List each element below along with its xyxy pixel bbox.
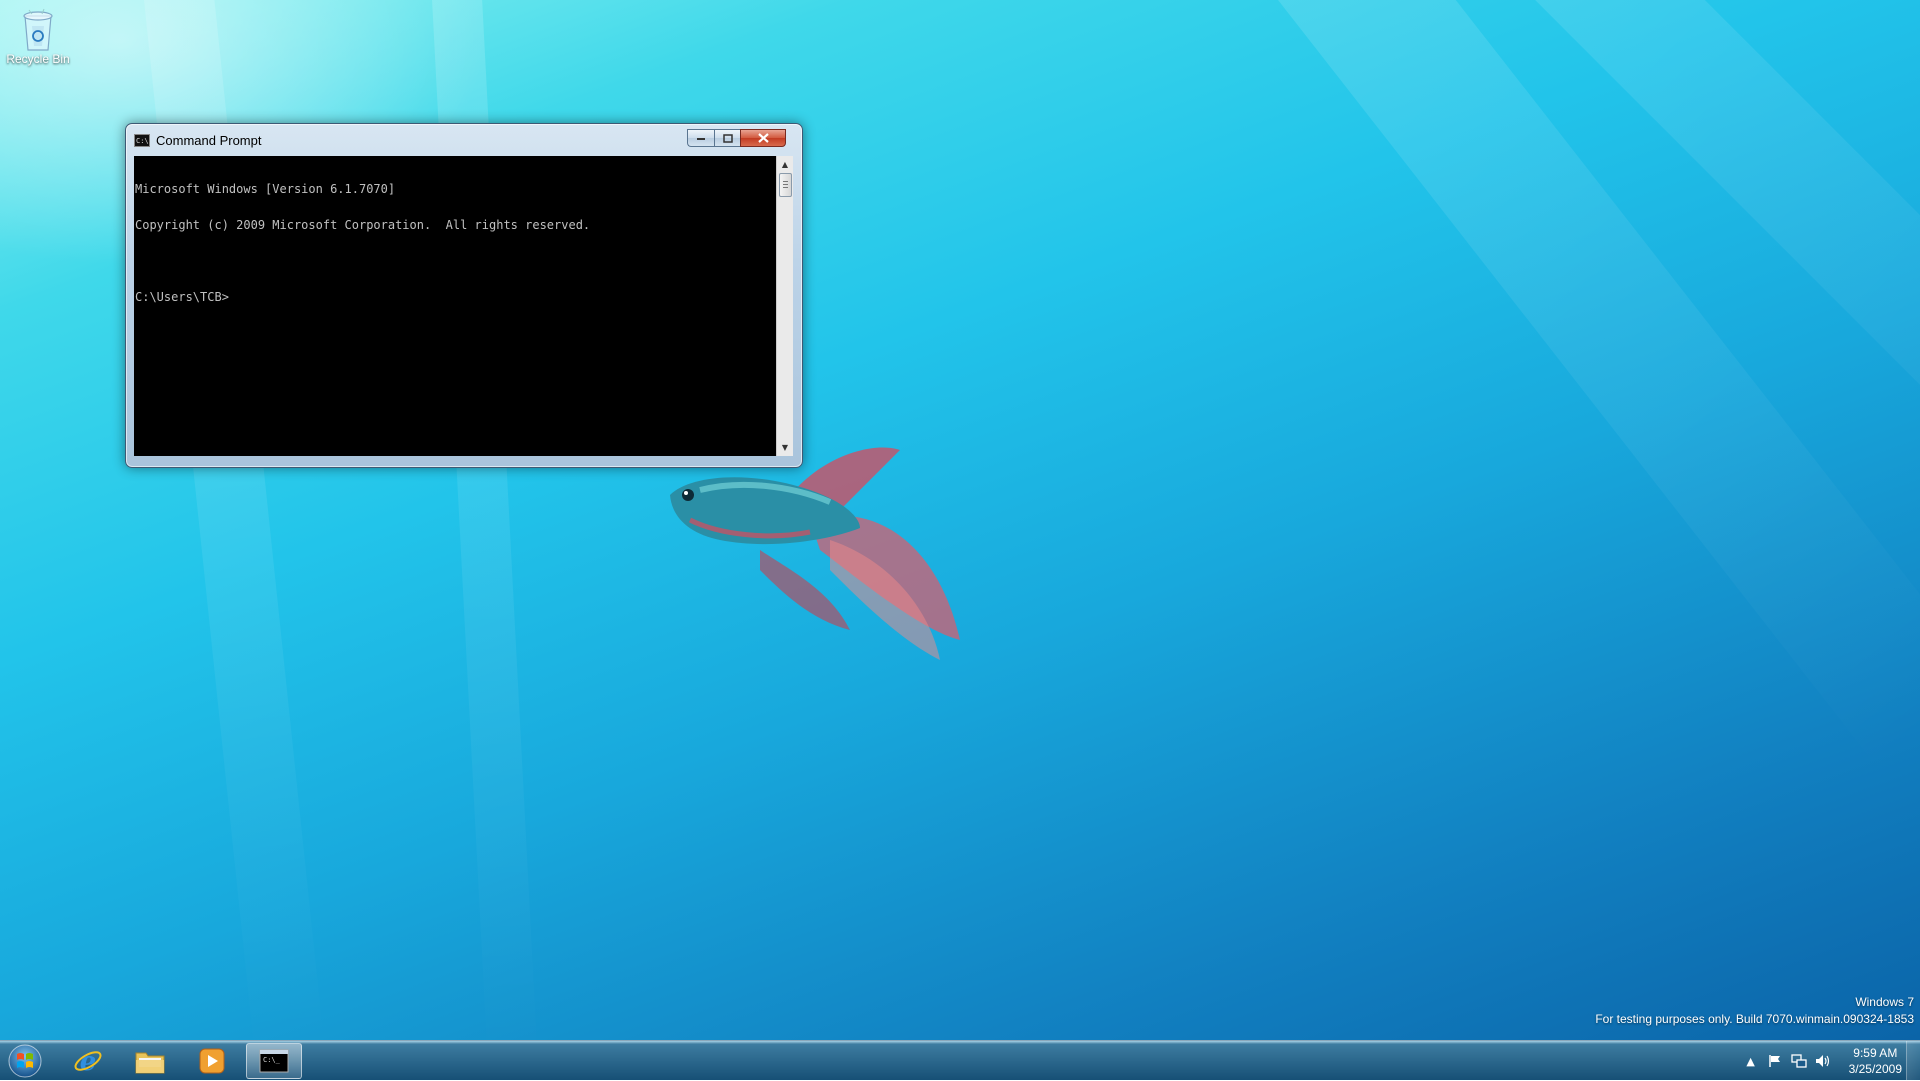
recycle-bin-icon [23,8,53,51]
window-title: Command Prompt [156,132,262,148]
betta-fish-wallpaper [670,447,960,660]
svg-text:e: e [80,1047,97,1076]
watermark-os-name: Windows 7 [1855,995,1914,1009]
taskbar-internet-explorer[interactable]: e [60,1043,116,1079]
scroll-up-arrow-icon[interactable]: ▲ [777,156,793,173]
watermark-build-info: For testing purposes only. Build 7070.wi… [1595,1012,1914,1026]
start-button[interactable] [4,1043,46,1079]
taskbar-command-prompt[interactable]: C:\_ [246,1043,302,1079]
taskbar-media-player[interactable] [184,1043,240,1079]
clock-time: 9:59 AM [1853,1046,1898,1060]
folder-icon [135,1052,165,1074]
command-prompt-window[interactable]: C:\ Command Prompt Microsoft Windows [Ve… [125,123,803,468]
close-button[interactable] [740,129,786,147]
cmd-app-icon[interactable]: C:\ [134,133,150,147]
network-icon[interactable] [1790,1052,1808,1070]
clock[interactable]: 9:59 AM 3/25/2009 [1849,1045,1902,1077]
scroll-down-arrow-icon[interactable]: ▼ [777,439,793,456]
console-line: Copyright (c) 2009 Microsoft Corporation… [135,218,591,232]
internet-explorer-icon: e [74,1047,102,1076]
cmd-icon: C:\_ [259,1049,289,1073]
title-bar[interactable]: C:\ Command Prompt [134,129,794,151]
command-prompt-line: C:\Users\TCB> [135,290,229,304]
build-watermark: Windows 7 For testing purposes only. Bui… [1595,994,1914,1028]
action-center-flag-icon[interactable] [1766,1052,1784,1070]
light-ray [1264,0,1920,772]
console-output[interactable]: Microsoft Windows [Version 6.1.7070] Cop… [134,156,776,456]
minimize-button[interactable] [687,129,714,147]
taskbar-windows-explorer[interactable] [122,1043,178,1079]
console-line: Microsoft Windows [Version 6.1.7070] [135,182,396,196]
recycle-bin-label: Recycle Bin [6,52,70,66]
desktop[interactable]: Recycle Bin C:\ Command Prompt Microsoft… [0,0,1920,1040]
scrollbar-thumb[interactable] [779,173,792,197]
recycle-bin-desktop-icon[interactable]: Recycle Bin [4,6,72,66]
minimize-icon [697,138,705,140]
window-controls [687,129,786,147]
svg-text:C:\_: C:\_ [263,1056,281,1064]
show-desktop-button[interactable] [1906,1041,1920,1081]
show-hidden-icons-arrow-icon[interactable]: ▲ [1742,1052,1760,1070]
vertical-scrollbar[interactable]: ▲ ▼ [776,156,793,456]
volume-icon[interactable] [1814,1052,1832,1070]
close-icon [757,133,769,143]
clock-date: 3/25/2009 [1848,1062,1902,1076]
system-tray: ▲ 9:59 AM 3/25/2009 [1739,1041,1902,1081]
taskbar: e C:\_ ▲ 9:59 AM 3/25/2009 [0,1040,1920,1081]
media-player-icon [199,1048,225,1074]
maximize-icon [722,133,733,143]
windows-logo-icon [8,1044,42,1078]
maximize-button[interactable] [714,129,740,147]
